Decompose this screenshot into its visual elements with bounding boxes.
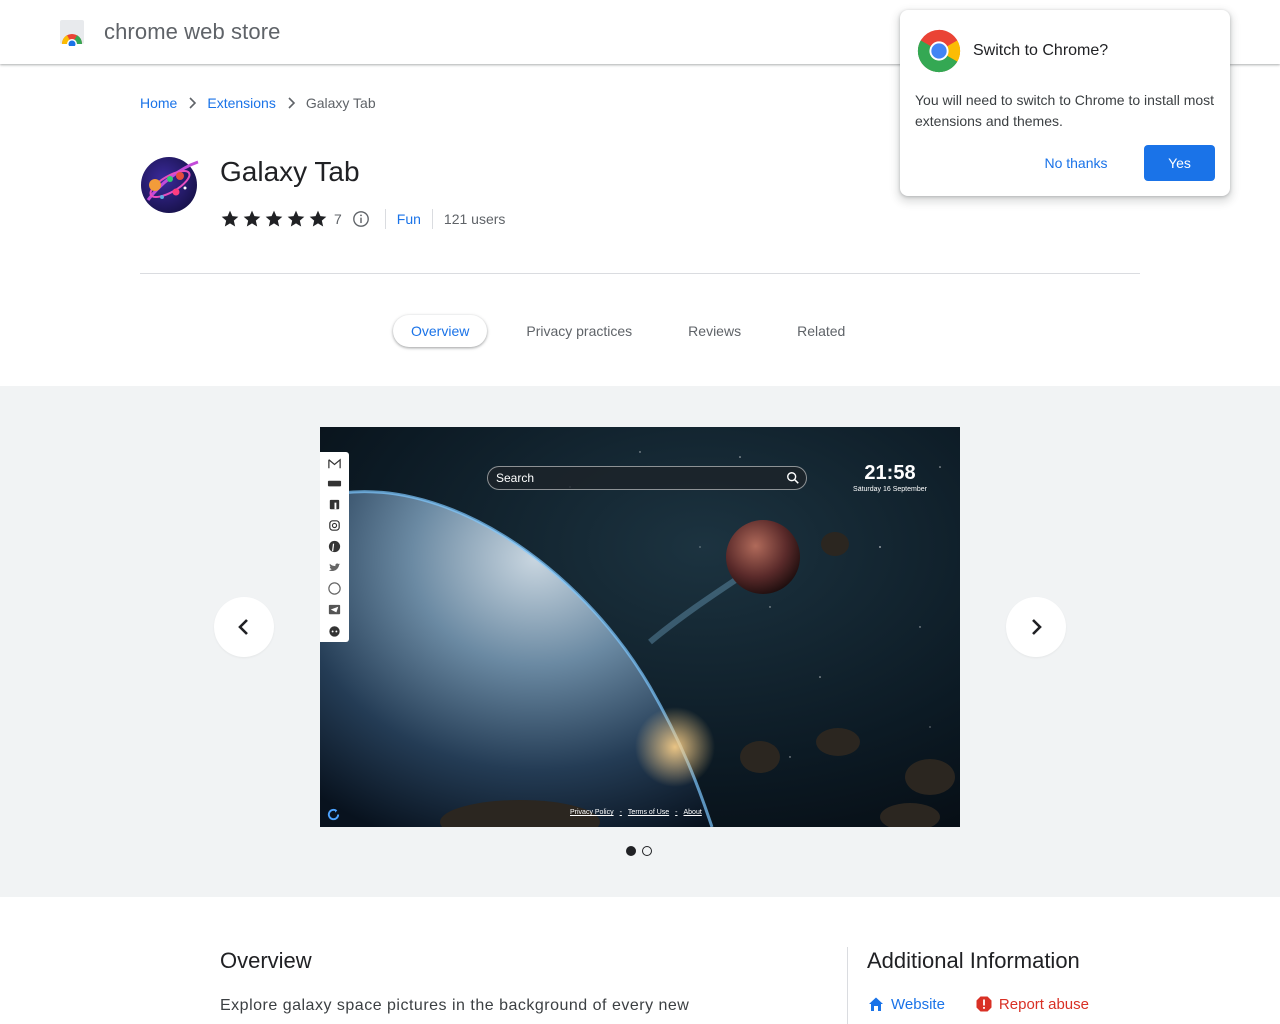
meta-divider bbox=[431, 209, 433, 229]
detail-tabs: Overview Privacy practices Reviews Relat… bbox=[393, 315, 883, 347]
additional-info-links: Website Report abuse bbox=[867, 995, 1089, 1013]
tab-reviews[interactable]: Reviews bbox=[670, 315, 759, 347]
instagram-icon[interactable] bbox=[327, 518, 342, 533]
report-abuse-link[interactable]: Report abuse bbox=[975, 995, 1089, 1013]
section-divider bbox=[140, 273, 1140, 274]
facebook-icon[interactable] bbox=[327, 497, 342, 512]
extension-meta: 7 Fun 121 users bbox=[220, 208, 505, 230]
website-label: Website bbox=[891, 995, 945, 1013]
user-count: 121 users bbox=[443, 211, 506, 227]
home-icon bbox=[869, 997, 883, 1011]
refresh-icon bbox=[327, 808, 340, 821]
breadcrumb-home[interactable]: Home bbox=[140, 95, 177, 111]
tab-related[interactable]: Related bbox=[779, 315, 863, 347]
tab-overview[interactable]: Overview bbox=[393, 315, 488, 347]
carousel-pagination bbox=[626, 846, 652, 856]
star-icon bbox=[243, 210, 261, 227]
star-icon bbox=[221, 210, 239, 227]
breadcrumb-current: Galaxy Tab bbox=[305, 95, 376, 111]
column-divider bbox=[847, 947, 848, 1024]
screenshot-terms-link: Terms of Use bbox=[627, 809, 670, 816]
chrome-logo-icon bbox=[917, 29, 961, 73]
carousel-dot-1[interactable] bbox=[626, 846, 636, 856]
chevron-right-icon bbox=[177, 97, 207, 109]
twitter-icon[interactable] bbox=[327, 560, 342, 575]
dialog-title: Switch to Chrome? bbox=[973, 42, 1109, 59]
website-link[interactable]: Website bbox=[867, 995, 945, 1013]
screenshot-date: Saturday 16 September bbox=[853, 486, 927, 493]
star-rating bbox=[220, 209, 328, 229]
youtube-icon[interactable] bbox=[327, 476, 342, 491]
switch-to-chrome-dialog: Switch to Chrome? You will need to switc… bbox=[900, 10, 1230, 196]
star-icon bbox=[265, 210, 283, 227]
screenshot-about-link: About bbox=[683, 809, 702, 816]
shortcut-sidebar bbox=[320, 452, 349, 642]
whatsapp-icon[interactable] bbox=[327, 581, 342, 596]
info-icon[interactable] bbox=[352, 210, 370, 228]
meta-divider bbox=[384, 209, 386, 229]
store-brand-name[interactable]: chrome web store bbox=[104, 19, 280, 45]
chevron-left-icon bbox=[238, 619, 248, 635]
screenshot-footer-links: Privacy Policy - Terms of Use - About bbox=[570, 809, 702, 816]
screenshot-image[interactable]: Search 21:58 Saturday 16 September Priva… bbox=[320, 427, 960, 827]
chrome-web-store-logo-icon[interactable] bbox=[58, 18, 86, 46]
star-icon bbox=[309, 210, 327, 227]
category-link[interactable]: Fun bbox=[397, 211, 421, 227]
search-icon bbox=[787, 472, 799, 484]
screenshot-link-separator: - bbox=[619, 809, 622, 816]
extension-title: Galaxy Tab bbox=[220, 156, 360, 187]
screenshot-search-input: Search bbox=[487, 466, 807, 490]
tab-privacy-practices[interactable]: Privacy practices bbox=[508, 315, 650, 347]
chevron-right-icon bbox=[1032, 619, 1042, 635]
screenshot-privacy-link: Privacy Policy bbox=[570, 809, 614, 816]
star-icon bbox=[287, 210, 305, 227]
report-icon bbox=[976, 996, 992, 1012]
telegram-icon[interactable] bbox=[327, 602, 342, 617]
yes-button[interactable]: Yes bbox=[1144, 145, 1215, 181]
additional-info-heading: Additional Information bbox=[867, 948, 1080, 973]
screenshot-link-separator: - bbox=[675, 809, 678, 816]
screenshot-carousel: Search 21:58 Saturday 16 September Priva… bbox=[0, 386, 1280, 897]
reddit-icon[interactable] bbox=[327, 623, 342, 638]
breadcrumb: Home Extensions Galaxy Tab bbox=[140, 95, 376, 111]
screenshot-clock: 21:58 bbox=[864, 462, 916, 484]
chevron-right-icon bbox=[276, 97, 306, 109]
galaxy-tab-extension-icon bbox=[141, 157, 199, 213]
breadcrumb-extensions[interactable]: Extensions bbox=[207, 95, 275, 111]
dialog-message: You will need to switch to Chrome to ins… bbox=[915, 92, 1215, 129]
carousel-dot-2[interactable] bbox=[642, 846, 652, 856]
screenshot-search-placeholder: Search bbox=[496, 471, 535, 485]
pinterest-icon[interactable] bbox=[327, 539, 342, 554]
report-abuse-label: Report abuse bbox=[998, 995, 1089, 1013]
carousel-next-button[interactable] bbox=[1006, 597, 1066, 657]
no-thanks-button[interactable]: No thanks bbox=[1030, 145, 1122, 181]
overview-description: Explore galaxy space pictures in the bac… bbox=[220, 997, 690, 1014]
rating-count[interactable]: 7 bbox=[334, 211, 342, 227]
gmail-icon[interactable] bbox=[327, 456, 342, 471]
carousel-prev-button[interactable] bbox=[214, 597, 274, 657]
overview-heading: Overview bbox=[220, 948, 312, 973]
